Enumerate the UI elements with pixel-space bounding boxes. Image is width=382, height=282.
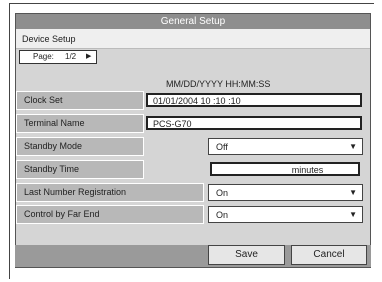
last-number-value: On [216, 188, 229, 198]
far-end-value: On [216, 210, 229, 220]
standby-mode-value: Off [216, 142, 228, 152]
standby-mode-label: Standby Mode [16, 137, 144, 156]
chevron-down-icon: ▼ [349, 210, 357, 219]
section-header: Device Setup [16, 29, 370, 49]
triangle-right-icon: ▶ [86, 53, 92, 60]
standby-time-field[interactable]: minutes [210, 162, 360, 176]
standby-time-label: Standby Time [16, 160, 144, 179]
clock-set-label: Clock Set [16, 91, 144, 110]
save-button[interactable]: Save [208, 245, 285, 265]
page-label: Page: [33, 52, 54, 61]
datetime-format-hint: MM/DD/YYYY HH:MM:SS [166, 79, 271, 89]
window-title: General Setup [16, 14, 370, 29]
page-value: 1/2 [65, 52, 77, 61]
page-selector[interactable]: Page: 1/2 ▶ [19, 50, 97, 64]
last-number-label: Last Number Registration [16, 183, 204, 202]
far-end-dropdown[interactable]: On ▼ [208, 206, 363, 223]
chevron-down-icon: ▼ [349, 142, 357, 151]
cancel-button[interactable]: Cancel [291, 245, 367, 265]
terminal-name-label: Terminal Name [16, 114, 144, 133]
last-number-dropdown[interactable]: On ▼ [208, 184, 363, 201]
standby-mode-dropdown[interactable]: Off ▼ [208, 138, 363, 155]
chevron-down-icon: ▼ [349, 188, 357, 197]
terminal-name-field[interactable]: PCS-G70 [146, 116, 362, 130]
clock-set-field[interactable]: 01/01/2004 10 :10 :10 [146, 93, 362, 107]
far-end-label: Control by Far End [16, 205, 204, 224]
